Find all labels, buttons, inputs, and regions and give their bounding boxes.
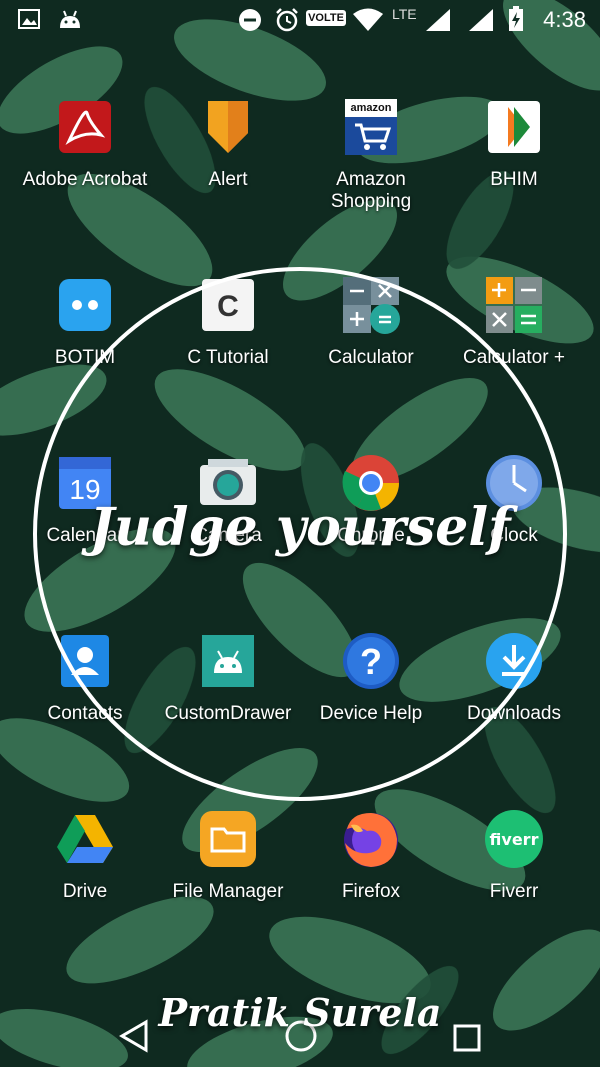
app-label: Alert	[208, 169, 248, 190]
navigation-bar	[0, 1007, 600, 1067]
svg-text:amazon: amazon	[351, 102, 392, 114]
app-label: Device Help	[319, 703, 423, 724]
app-amazon-shopping[interactable]: amazon Amazon Shopping	[296, 97, 446, 213]
bhim-icon	[488, 101, 540, 153]
file-manager-icon	[200, 811, 256, 867]
svg-text:19: 19	[69, 474, 100, 505]
app-drive[interactable]: Drive	[10, 809, 160, 903]
alert-icon	[208, 101, 248, 153]
app-label: Calculator +	[463, 347, 565, 368]
adobe-acrobat-icon	[59, 101, 111, 153]
svg-text:fiverr: fiverr	[490, 830, 539, 849]
app-label: File Manager	[172, 881, 284, 902]
app-label: Calendar	[46, 525, 124, 546]
svg-text:C: C	[217, 290, 239, 323]
app-firefox[interactable]: Firefox	[296, 809, 446, 903]
camera-icon	[200, 459, 256, 505]
firefox-icon	[344, 813, 398, 867]
app-drawer-grid: Adobe Acrobat Alert amazon Amazon Shoppi…	[0, 0, 600, 1067]
app-chrome[interactable]: Chrome	[296, 453, 446, 547]
app-label: Clock	[490, 525, 538, 546]
device-help-icon: ?	[343, 633, 399, 689]
app-customdrawer[interactable]: CustomDrawer	[153, 631, 303, 725]
svg-text:?: ?	[360, 641, 382, 682]
app-label: Adobe Acrobat	[22, 169, 148, 190]
app-bhim[interactable]: BHIM	[439, 97, 589, 191]
drive-icon	[57, 815, 113, 863]
app-label: Downloads	[467, 703, 561, 724]
app-label: Chrome	[337, 525, 405, 546]
app-camera[interactable]: Camera	[153, 453, 303, 547]
app-calendar[interactable]: 19 Calendar	[10, 453, 160, 547]
recents-icon[interactable]	[452, 1023, 482, 1053]
calculator-plus-icon	[486, 277, 542, 333]
amazon-icon: amazon	[345, 99, 397, 155]
app-label: Firefox	[341, 881, 401, 902]
home-icon[interactable]	[284, 1019, 318, 1053]
app-fiverr[interactable]: fiverr Fiverr	[439, 809, 589, 903]
app-calculator[interactable]: Calculator	[296, 275, 446, 369]
app-c-tutorial[interactable]: C C Tutorial	[153, 275, 303, 369]
app-contacts[interactable]: Contacts	[10, 631, 160, 725]
clock-icon	[486, 455, 542, 511]
app-alert[interactable]: Alert	[153, 97, 303, 191]
app-label: BOTIM	[54, 347, 116, 368]
app-adobe-acrobat[interactable]: Adobe Acrobat	[10, 97, 160, 191]
app-label: Drive	[62, 881, 108, 902]
app-device-help[interactable]: ? Device Help	[296, 631, 446, 725]
app-file-manager[interactable]: File Manager	[153, 809, 303, 903]
contacts-icon	[61, 635, 109, 687]
app-botim[interactable]: BOTIM	[10, 275, 160, 369]
app-label: Camera	[194, 525, 262, 546]
back-icon[interactable]	[118, 1019, 150, 1053]
botim-icon	[59, 279, 111, 331]
app-label: CustomDrawer	[164, 703, 292, 724]
app-label: Calculator	[328, 347, 414, 368]
app-calculator-plus[interactable]: Calculator +	[439, 275, 589, 369]
app-label: Amazon Shopping	[330, 169, 412, 212]
downloads-icon	[486, 633, 542, 689]
app-label: C Tutorial	[187, 347, 269, 368]
app-label: BHIM	[490, 169, 538, 190]
c-tutorial-icon: C	[202, 279, 254, 331]
app-downloads[interactable]: Downloads	[439, 631, 589, 725]
chrome-icon	[342, 455, 399, 511]
android-app-icon	[202, 635, 254, 687]
fiverr-icon: fiverr	[485, 810, 543, 868]
app-clock[interactable]: Clock	[439, 453, 589, 547]
calculator-icon	[343, 277, 400, 334]
app-label: Fiverr	[489, 881, 539, 902]
calendar-icon: 19	[59, 457, 111, 509]
app-label: Contacts	[47, 703, 123, 724]
